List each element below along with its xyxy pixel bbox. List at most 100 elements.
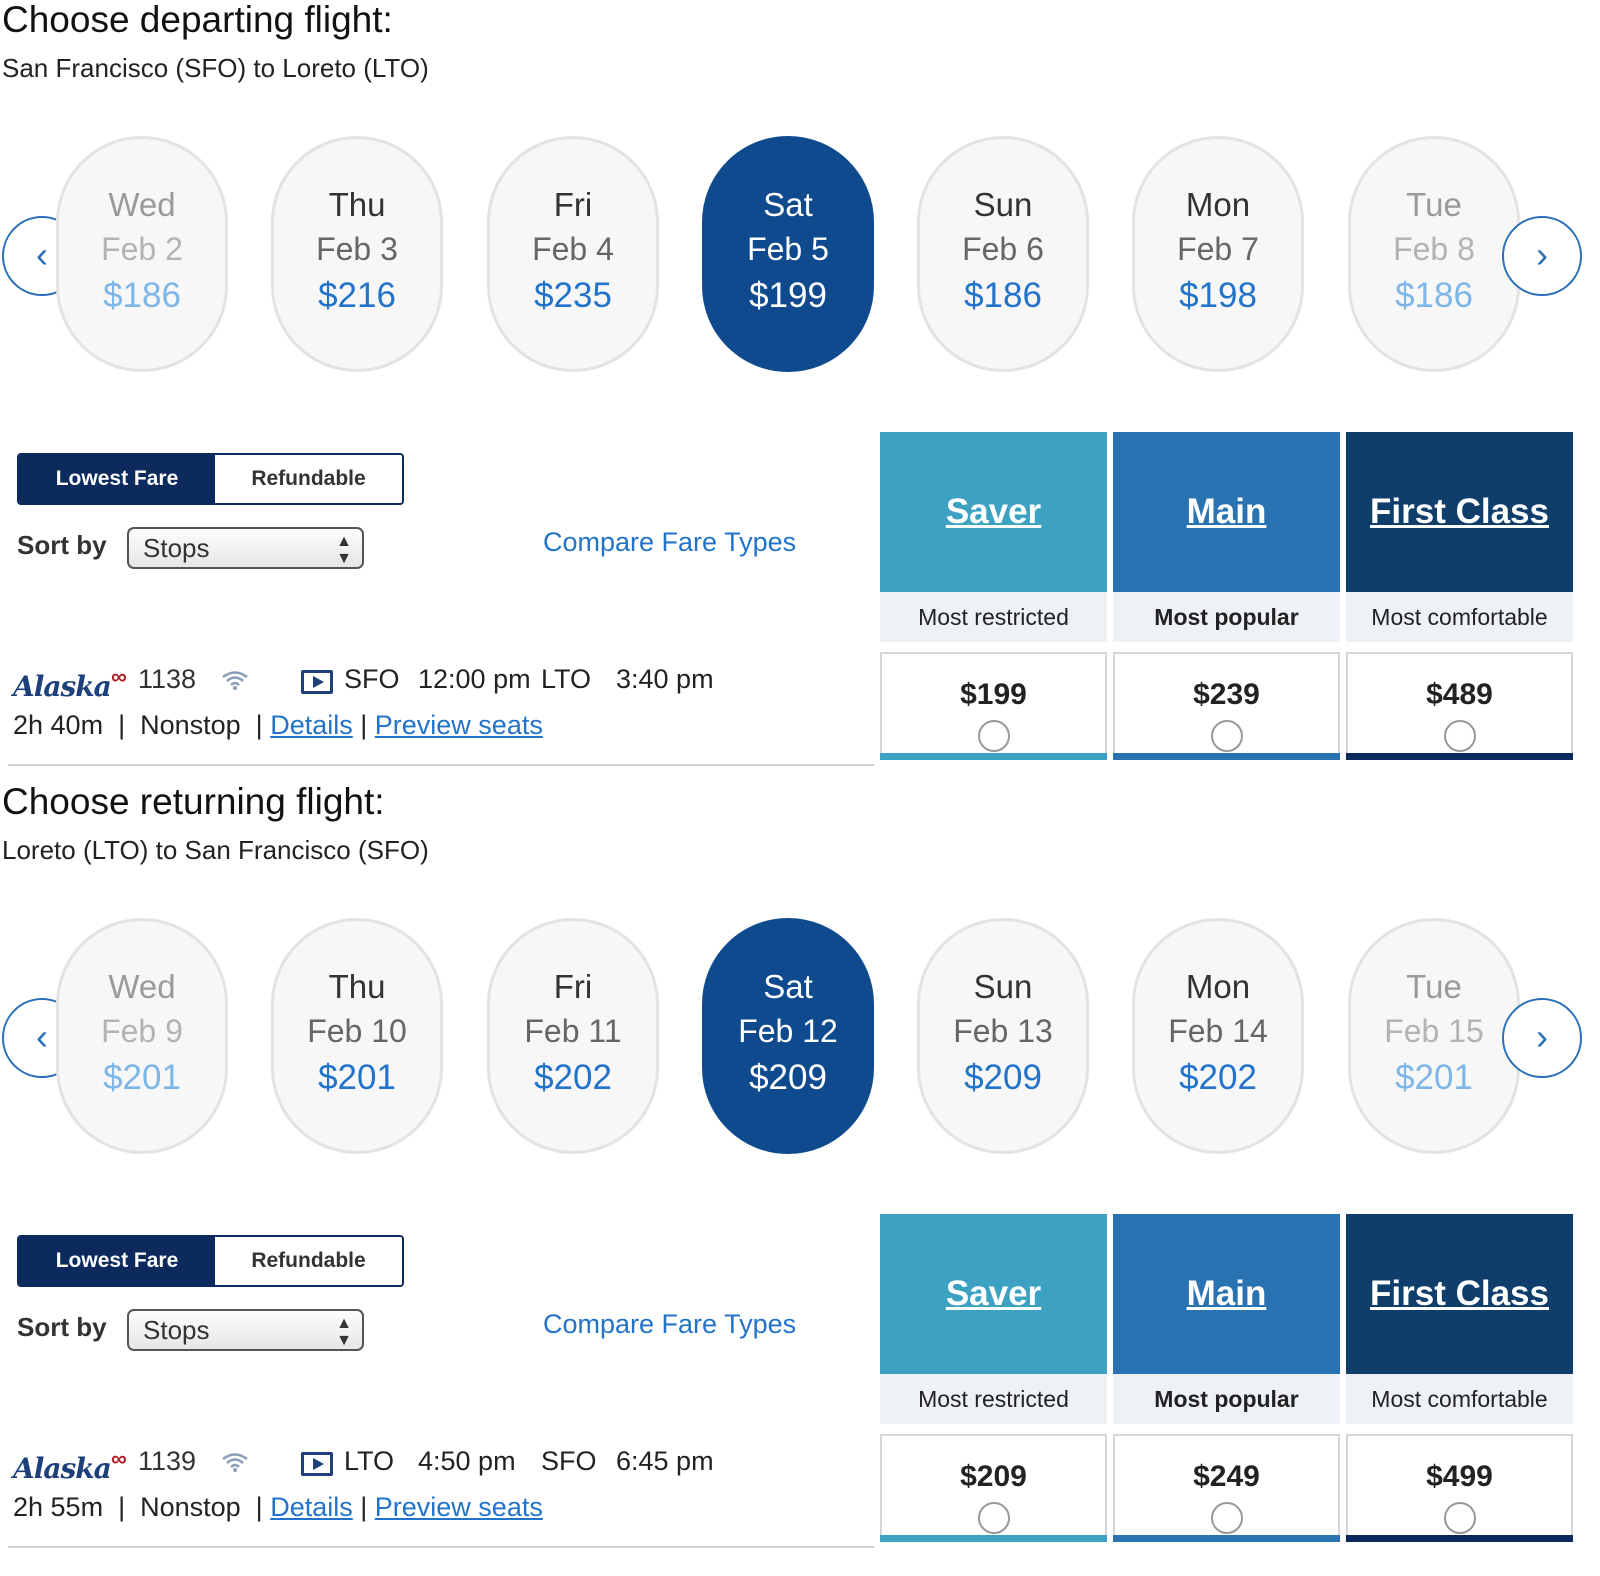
fare-bar — [880, 753, 1107, 760]
fare-desc-first: Most comfortable — [1346, 592, 1573, 642]
main-link[interactable]: Main — [1113, 492, 1340, 532]
date-pill[interactable]: Mon Feb 14 $202 — [1132, 918, 1304, 1154]
fare-radio[interactable] — [977, 1502, 1010, 1534]
date-dow: Sat — [763, 186, 813, 223]
fare-bar — [1346, 1535, 1573, 1542]
lowest-fare-tab[interactable]: Lowest Fare — [19, 455, 215, 503]
first-class-link[interactable]: First Class — [1346, 1274, 1573, 1314]
chevron-right-icon: › — [1536, 234, 1548, 275]
flight-row: Alaska ∞ 1138 SFO 12:00 pm LTO 3:40 pm 2… — [13, 660, 873, 760]
fare-header-saver: Saver — [880, 432, 1107, 592]
fare-option-first[interactable]: $499 — [1346, 1434, 1573, 1542]
date-pill[interactable]: Fri Feb 11 $202 — [487, 918, 659, 1154]
date-price: $235 — [534, 276, 612, 315]
date-dow: Thu — [328, 968, 386, 1005]
lowest-fare-tab[interactable]: Lowest Fare — [19, 1237, 215, 1285]
flight-meta: 2h 40m | Nonstop | Details | Preview sea… — [13, 710, 543, 740]
flight-number: 1139 — [138, 1446, 197, 1476]
fare-price: $489 — [1426, 678, 1493, 711]
date-price: $216 — [318, 276, 396, 315]
video-icon — [301, 670, 333, 694]
preview-seats-link[interactable]: Preview seats — [375, 710, 543, 740]
saver-link[interactable]: Saver — [880, 492, 1107, 532]
fare-radio[interactable] — [977, 720, 1010, 752]
date-label: Feb 9 — [101, 1013, 183, 1049]
fare-bar — [1113, 753, 1340, 760]
fare-desc-first: Most comfortable — [1346, 1374, 1573, 1424]
fare-option-saver[interactable]: $209 — [880, 1434, 1107, 1542]
fare-price: $239 — [1193, 678, 1260, 711]
fare-price: $199 — [960, 678, 1027, 711]
depart-time: 12:00 pm — [418, 664, 531, 694]
route-subtitle: Loreto (LTO) to San Francisco (SFO) — [2, 835, 429, 865]
date-pill[interactable]: Mon Feb 7 $198 — [1132, 136, 1304, 372]
date-label: Feb 2 — [101, 231, 183, 267]
sort-select[interactable]: Stops ▲ ▼ — [127, 527, 364, 569]
date-pill[interactable]: Tue Feb 8 $186 — [1348, 136, 1520, 372]
details-link[interactable]: Details — [270, 1492, 353, 1522]
date-pill[interactable]: Tue Feb 15 $201 — [1348, 918, 1520, 1154]
preview-seats-link[interactable]: Preview seats — [375, 1492, 543, 1522]
fare-price: $499 — [1426, 1460, 1493, 1493]
sort-value: Stops — [143, 1315, 210, 1345]
fare-bar — [1113, 1535, 1340, 1542]
compare-fare-types-link[interactable]: Compare Fare Types — [543, 1308, 796, 1340]
fare-bar — [1346, 753, 1573, 760]
saver-link[interactable]: Saver — [880, 1274, 1107, 1314]
codeshare-icon: ∞ — [111, 664, 127, 689]
alaska-logo: Alaska — [13, 1452, 112, 1485]
refundable-tab[interactable]: Refundable — [215, 455, 402, 503]
date-pill[interactable]: Sun Feb 13 $209 — [917, 918, 1089, 1154]
fare-radio[interactable] — [1210, 720, 1243, 752]
date-label: Feb 14 — [1168, 1013, 1268, 1049]
compare-fare-types-link[interactable]: Compare Fare Types — [543, 526, 796, 558]
date-price: $209 — [964, 1058, 1042, 1097]
date-label: Feb 13 — [953, 1013, 1053, 1049]
date-label: Feb 11 — [524, 1013, 622, 1049]
sort-label: Sort by — [17, 1312, 107, 1342]
date-pill[interactable]: Sun Feb 6 $186 — [917, 136, 1089, 372]
main-link[interactable]: Main — [1113, 1274, 1340, 1314]
fare-price: $249 — [1193, 1460, 1260, 1493]
refundable-tab[interactable]: Refundable — [215, 1237, 402, 1285]
date-label: Feb 12 — [738, 1013, 838, 1049]
sort-select[interactable]: Stops ▲ ▼ — [127, 1309, 364, 1351]
sort-label: Sort by — [17, 530, 107, 560]
date-pill[interactable]: Wed Feb 2 $186 — [56, 136, 228, 372]
fare-header-saver: Saver — [880, 1214, 1107, 1374]
fare-desc-main: Most popular — [1113, 1374, 1340, 1424]
date-pill[interactable]: Wed Feb 9 $201 — [56, 918, 228, 1154]
date-price: $201 — [103, 1058, 181, 1097]
fare-desc-main: Most popular — [1113, 592, 1340, 642]
details-link[interactable]: Details — [270, 710, 353, 740]
fare-desc-saver: Most restricted — [880, 592, 1107, 642]
fare-option-saver[interactable]: $199 — [880, 652, 1107, 760]
date-price: $186 — [964, 276, 1042, 315]
date-pill-selected[interactable]: Sat Feb 12 $209 — [702, 918, 874, 1154]
flight-row: Alaska ∞ 1139 LTO 4:50 pm SFO 6:45 pm 2h… — [13, 1442, 873, 1542]
date-label: Feb 7 — [1177, 231, 1259, 267]
chevron-right-icon: › — [1536, 1016, 1548, 1057]
date-pill[interactable]: Thu Feb 10 $201 — [271, 918, 443, 1154]
duration: 2h 55m — [13, 1492, 104, 1522]
fare-option-main[interactable]: $239 — [1113, 652, 1340, 760]
departing-section: Choose departing flight: San Francisco (… — [0, 0, 1600, 782]
next-dates-button[interactable]: › — [1502, 216, 1582, 296]
date-pill-selected[interactable]: Sat Feb 5 $199 — [702, 136, 874, 372]
depart-time: 4:50 pm — [418, 1446, 516, 1476]
fare-radio[interactable] — [1210, 1502, 1243, 1534]
next-dates-button[interactable]: › — [1502, 998, 1582, 1078]
fare-radio[interactable] — [1443, 720, 1476, 752]
date-price: $202 — [534, 1058, 612, 1097]
fare-option-first[interactable]: $489 — [1346, 652, 1573, 760]
route-subtitle: San Francisco (SFO) to Loreto (LTO) — [2, 53, 429, 83]
date-price: $198 — [1179, 276, 1257, 315]
date-pill[interactable]: Fri Feb 4 $235 — [487, 136, 659, 372]
alaska-logo: Alaska — [13, 670, 112, 703]
date-dow: Wed — [108, 968, 176, 1005]
first-class-link[interactable]: First Class — [1346, 492, 1573, 532]
date-label: Feb 6 — [962, 231, 1044, 267]
fare-radio[interactable] — [1443, 1502, 1476, 1534]
fare-option-main[interactable]: $249 — [1113, 1434, 1340, 1542]
date-pill[interactable]: Thu Feb 3 $216 — [271, 136, 443, 372]
